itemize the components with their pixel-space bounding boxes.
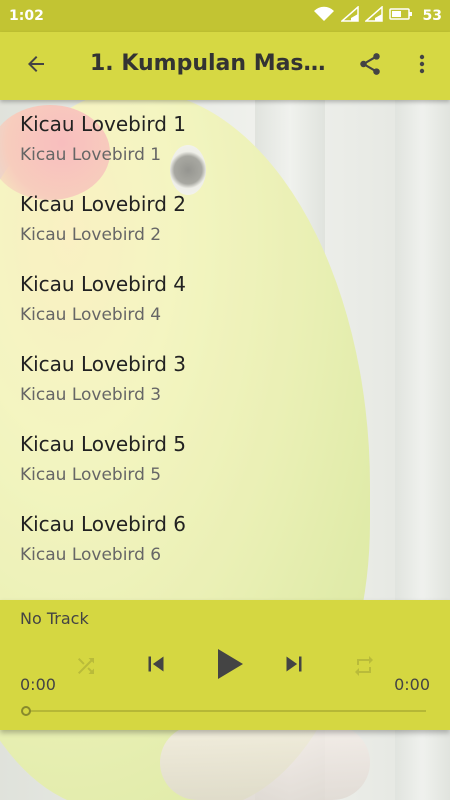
play-icon (208, 642, 248, 690)
signal-icon (363, 5, 383, 26)
list-item[interactable]: Kicau Lovebird 2 Kicau Lovebird 2 (0, 180, 450, 260)
total-duration: 0:00 (394, 675, 430, 694)
track-subtitle: Kicau Lovebird 6 (20, 545, 162, 565)
track-title: Kicau Lovebird 3 (20, 352, 187, 376)
back-arrow-icon (24, 52, 48, 80)
elapsed-time: 0:00 (20, 675, 56, 694)
status-bar: 1:02 53 (0, 0, 450, 32)
play-button[interactable] (200, 638, 256, 694)
share-icon (357, 51, 383, 81)
track-subtitle: Kicau Lovebird 1 (20, 145, 162, 165)
list-item[interactable]: Kicau Lovebird 5 Kicau Lovebird 5 (0, 420, 450, 500)
wifi-icon (313, 6, 335, 26)
more-vert-icon (410, 52, 434, 80)
battery-level: 53 (422, 8, 442, 24)
next-button[interactable] (272, 644, 316, 688)
signal-icon (339, 5, 359, 26)
repeat-icon (352, 654, 376, 682)
list-item[interactable]: Kicau Lovebird 6 Kicau Lovebird 6 (0, 500, 450, 580)
seek-handle[interactable] (21, 706, 31, 716)
track-title: Kicau Lovebird 6 (20, 512, 187, 536)
track-subtitle: Kicau Lovebird 5 (20, 465, 162, 485)
skip-previous-icon (141, 649, 171, 683)
track-subtitle: Kicau Lovebird 2 (20, 225, 162, 245)
share-button[interactable] (348, 44, 392, 88)
seek-bar[interactable] (26, 710, 426, 712)
track-subtitle: Kicau Lovebird 4 (20, 305, 162, 325)
shuffle-button[interactable] (66, 648, 106, 688)
more-options-button[interactable] (400, 44, 444, 88)
battery-icon (388, 7, 413, 25)
app-bar: 1. Kumpulan Maste… (0, 32, 450, 100)
status-time: 1:02 (9, 8, 44, 24)
track-title: Kicau Lovebird 4 (20, 272, 187, 296)
player-panel: No Track 0:00 0:00 (0, 600, 450, 730)
track-list: Kicau Lovebird 1 Kicau Lovebird 1 Kicau … (0, 100, 450, 600)
track-title: Kicau Lovebird 1 (20, 112, 187, 136)
list-item[interactable]: Kicau Lovebird 4 Kicau Lovebird 4 (0, 260, 450, 340)
list-item[interactable]: Kicau Lovebird 1 Kicau Lovebird 1 (0, 100, 450, 180)
now-playing-label: No Track (20, 609, 89, 628)
repeat-button[interactable] (344, 648, 384, 688)
back-button[interactable] (14, 44, 58, 88)
page-title: 1. Kumpulan Maste… (90, 51, 335, 76)
previous-button[interactable] (134, 644, 178, 688)
track-title: Kicau Lovebird 2 (20, 192, 187, 216)
shuffle-icon (74, 654, 98, 682)
list-item[interactable]: Kicau Lovebird 3 Kicau Lovebird 3 (0, 340, 450, 420)
track-subtitle: Kicau Lovebird 3 (20, 385, 162, 405)
skip-next-icon (279, 649, 309, 683)
track-title: Kicau Lovebird 5 (20, 432, 187, 456)
